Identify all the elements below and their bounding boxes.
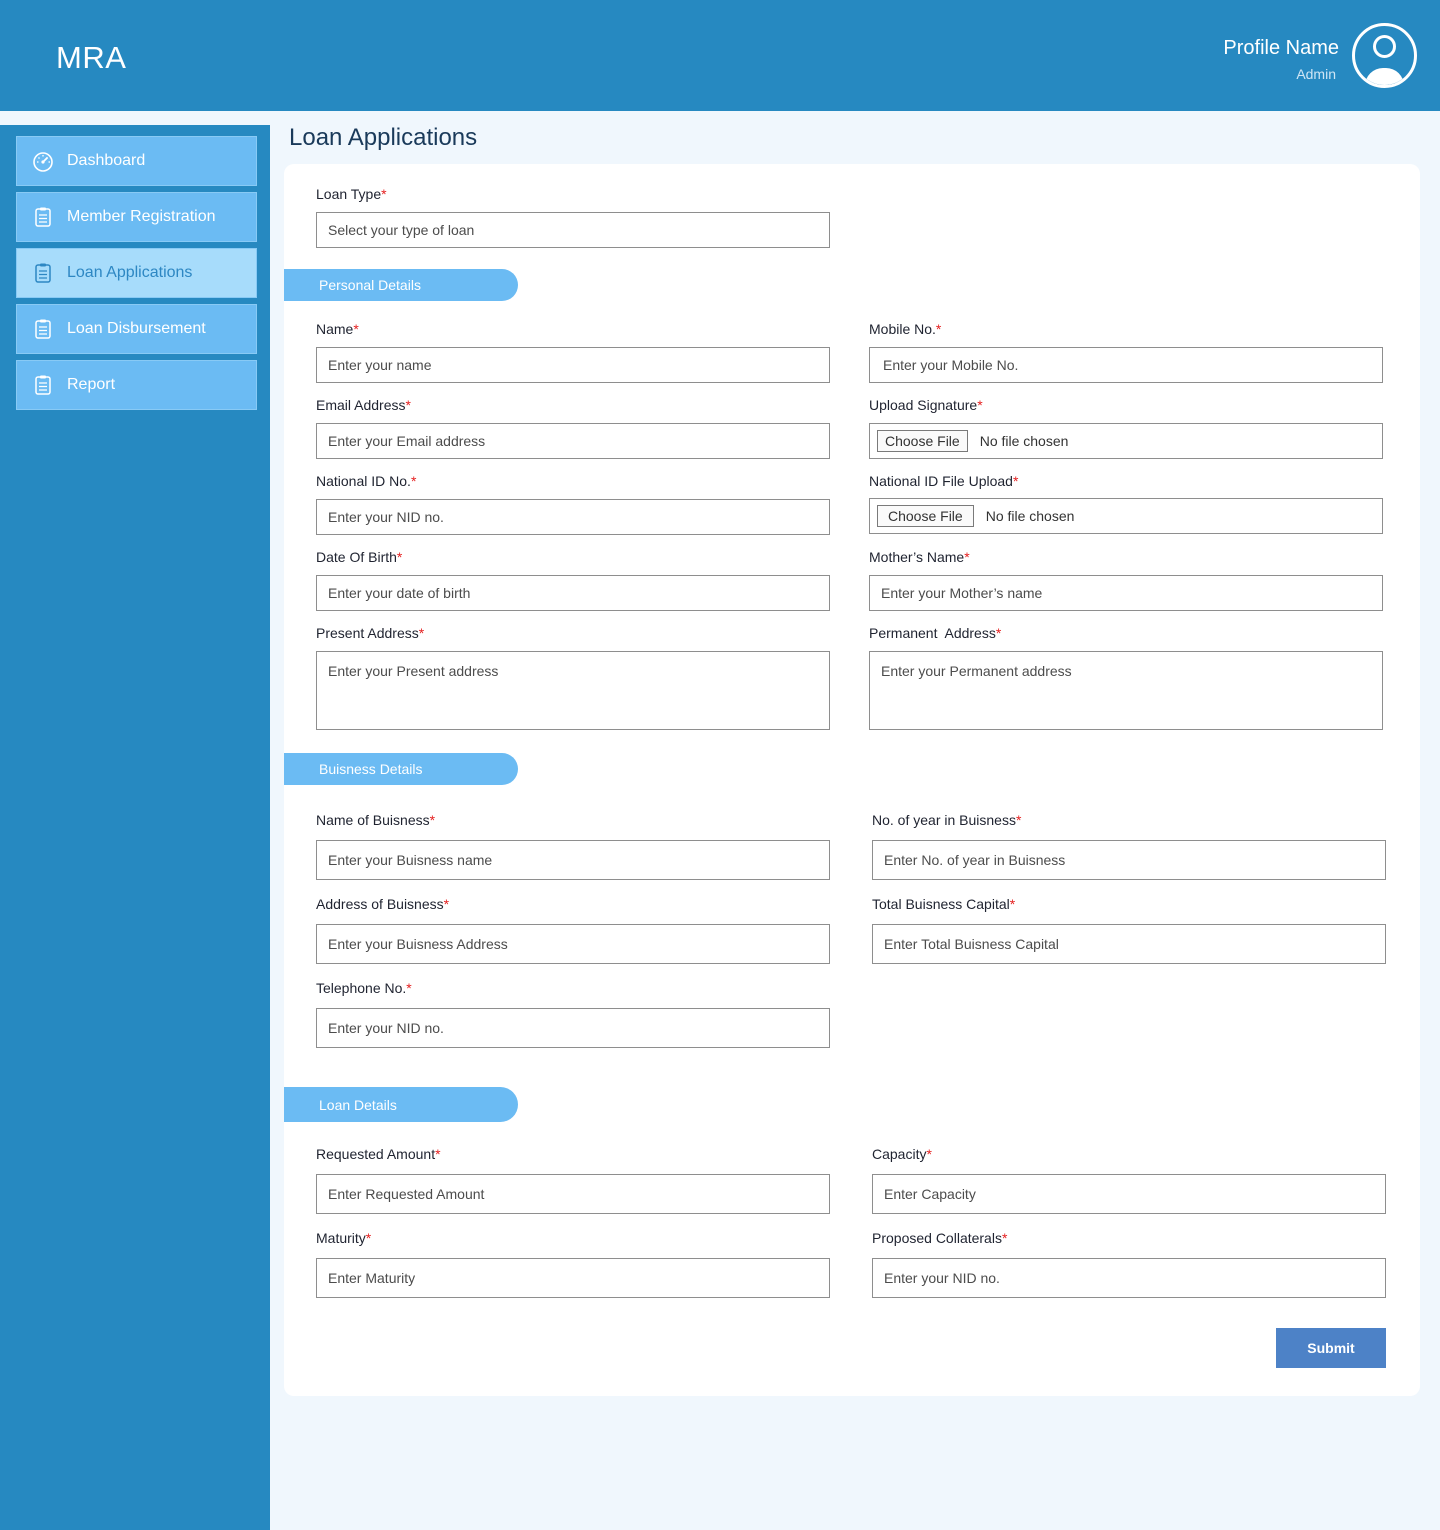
clipboard-icon: [31, 317, 55, 341]
signature-label: Upload Signature*: [869, 397, 983, 413]
profile-role: Admin: [1296, 66, 1336, 82]
sidebar: Dashboard Member Registration Loan Appli…: [0, 125, 270, 1530]
dob-input[interactable]: Enter your date of birth: [316, 575, 830, 611]
collaterals-input[interactable]: Enter your NID no.: [872, 1258, 1386, 1298]
present-address-textarea[interactable]: Enter your Present address: [316, 651, 830, 730]
dashboard-icon: [31, 149, 55, 173]
sidebar-item-member-registration[interactable]: Member Registration: [16, 192, 257, 242]
sidebar-item-loan-applications[interactable]: Loan Applications: [16, 248, 257, 298]
permanent-address-textarea[interactable]: Enter your Permanent address: [869, 651, 1383, 730]
business-name-input[interactable]: Enter your Buisness name: [316, 840, 830, 880]
telephone-input[interactable]: Enter your NID no.: [316, 1008, 830, 1048]
avatar-icon[interactable]: [1352, 23, 1417, 88]
clipboard-icon: [31, 205, 55, 229]
business-address-input[interactable]: Enter your Buisness Address: [316, 924, 830, 964]
maturity-label: Maturity*: [316, 1230, 372, 1246]
business-capital-input[interactable]: Enter Total Buisness Capital: [872, 924, 1386, 964]
clipboard-icon: [31, 373, 55, 397]
file-status: No file chosen: [979, 433, 1069, 449]
collaterals-label: Proposed Collaterals*: [872, 1230, 1008, 1246]
business-years-label: No. of year in Buisness*: [872, 812, 1022, 828]
mother-name-input[interactable]: Enter your Mother’s name: [869, 575, 1383, 611]
business-years-input[interactable]: Enter No. of year in Buisness: [872, 840, 1386, 880]
dob-label: Date Of Birth*: [316, 549, 403, 565]
submit-button[interactable]: Submit: [1276, 1328, 1386, 1368]
capacity-input[interactable]: Enter Capacity: [872, 1174, 1386, 1214]
capacity-label: Capacity*: [872, 1146, 932, 1162]
business-address-label: Address of Buisness*: [316, 896, 450, 912]
section-personal-details: Personal Details: [284, 269, 518, 301]
profile-name[interactable]: Profile Name: [1223, 37, 1339, 60]
sidebar-item-label: Member Registration: [67, 208, 216, 225]
telephone-label: Telephone No.*: [316, 980, 412, 996]
choose-file-button[interactable]: Choose File: [877, 505, 974, 527]
nid-file-label: National ID File Upload*: [869, 473, 1019, 489]
nid-input[interactable]: Enter your NID no.: [316, 499, 830, 535]
loan-type-select[interactable]: Select your type of loan: [316, 212, 830, 248]
name-label: Name*: [316, 321, 359, 337]
sidebar-item-label: Report: [67, 376, 116, 393]
requested-amount-label: Requested Amount*: [316, 1146, 441, 1162]
mobile-label: Mobile No.*: [869, 321, 942, 337]
permanent-address-label: Permanent Address*: [869, 625, 1002, 641]
email-input[interactable]: Enter your Email address: [316, 423, 830, 459]
nid-label: National ID No.*: [316, 473, 417, 489]
sidebar-item-label: Dashboard: [67, 152, 146, 169]
top-bar: MRA Profile Name Admin: [0, 0, 1440, 111]
maturity-input[interactable]: Enter Maturity: [316, 1258, 830, 1298]
loan-type-label: Loan Type*: [316, 186, 387, 202]
clipboard-icon: [31, 261, 55, 285]
choose-file-button[interactable]: Choose File: [877, 430, 968, 452]
present-address-label: Present Address*: [316, 625, 425, 641]
sidebar-item-dashboard[interactable]: Dashboard: [16, 136, 257, 186]
sidebar-item-label: Loan Disbursement: [67, 320, 206, 337]
page-title: Loan Applications: [289, 124, 478, 151]
nid-file-input: Choose File No file chosen: [869, 498, 1383, 534]
section-business-details: Buisness Details: [284, 753, 518, 785]
requested-amount-input[interactable]: Enter Requested Amount: [316, 1174, 830, 1214]
mobile-input[interactable]: Enter your Mobile No.: [869, 347, 1383, 383]
file-status: No file chosen: [985, 508, 1075, 524]
name-input[interactable]: Enter your name: [316, 347, 830, 383]
sidebar-item-report[interactable]: Report: [16, 360, 257, 410]
section-loan-details: Loan Details: [284, 1087, 518, 1122]
business-name-label: Name of Buisness*: [316, 812, 436, 828]
mother-name-label: Mother’s Name*: [869, 549, 970, 565]
app-logo[interactable]: MRA: [56, 40, 126, 76]
business-capital-label: Total Buisness Capital*: [872, 896, 1016, 912]
email-label: Email Address*: [316, 397, 411, 413]
signature-file-input: Choose File No file chosen: [869, 423, 1383, 459]
sidebar-item-loan-disbursement[interactable]: Loan Disbursement: [16, 304, 257, 354]
sidebar-item-label: Loan Applications: [67, 264, 193, 281]
